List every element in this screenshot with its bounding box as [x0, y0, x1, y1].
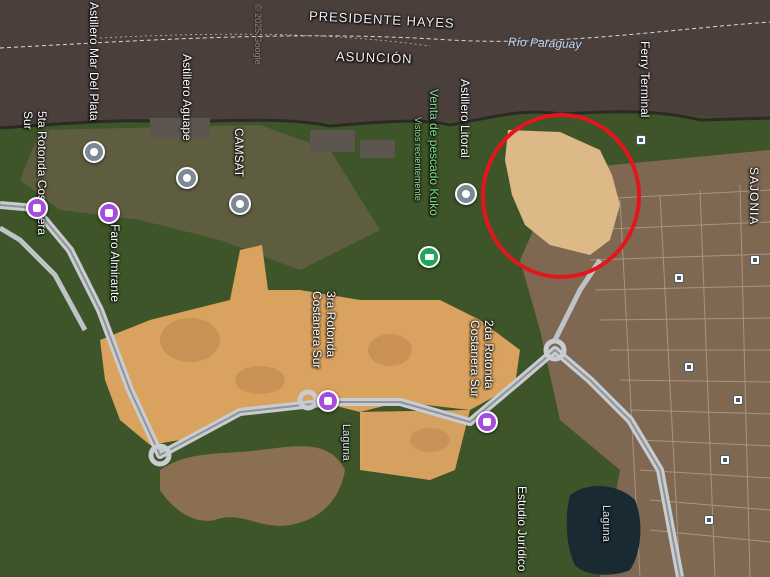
place-label-estudio-juridico[interactable]: Estudio Jurídico [515, 486, 529, 571]
river-label: Río Paraguay [507, 34, 582, 52]
place-label-venta-de-pescado[interactable]: Venta de pescado Kuko [427, 89, 441, 216]
bus-stop-icon[interactable] [720, 455, 730, 465]
place-label-5ta-rotonda[interactable]: 5ta Rotonda Costanera Sur [21, 111, 49, 251]
map-view[interactable]: PRESIDENTE HAYES ASUNCIÓN Río Paraguay S… [0, 0, 770, 577]
pin-2da-rotonda[interactable] [476, 411, 498, 433]
place-label-laguna-west: Laguna [340, 424, 352, 461]
place-label-astillero-mar-del-plata[interactable]: Astillero Mar Del Plata [87, 2, 101, 121]
laguna-west [160, 446, 345, 526]
pin-venta-de-pescado[interactable] [418, 246, 440, 268]
place-label-camsat[interactable]: CAMSAT [232, 128, 246, 177]
bus-stop-icon[interactable] [733, 395, 743, 405]
place-label-astillero-aguape[interactable]: Astillero Aguape [180, 54, 194, 141]
map-watermark: © 2025 Google [253, 4, 263, 65]
place-label-astillero-litoral[interactable]: Astillero Litoral [458, 79, 472, 158]
place-label-faro-almirante[interactable]: Faro Almirante [108, 224, 122, 302]
bus-stop-icon[interactable] [636, 135, 646, 145]
pin-astillero-aguape[interactable] [176, 167, 198, 189]
place-sublabel-recent: Vistos recientemente [413, 117, 423, 201]
place-label-laguna-east: Laguna [600, 505, 612, 542]
pin-astillero-litoral[interactable] [455, 183, 477, 205]
bus-stop-icon[interactable] [704, 515, 714, 525]
region-label-asuncion: ASUNCIÓN [335, 48, 413, 67]
pin-faro-almirante[interactable] [98, 202, 120, 224]
bus-stop-icon[interactable] [674, 273, 684, 283]
pin-astillero-mar-del-plata[interactable] [83, 141, 105, 163]
bus-stop-icon[interactable] [750, 255, 760, 265]
pin-3ra-rotonda[interactable] [317, 390, 339, 412]
place-label-ferry-terminal[interactable]: Ferry Terminal [638, 41, 652, 117]
pin-camsat[interactable] [229, 193, 251, 215]
bus-stop-icon[interactable] [684, 362, 694, 372]
pin-5ta-rotonda[interactable] [26, 197, 48, 219]
neighborhood-label-sajonia: SAJONIA [747, 167, 761, 226]
